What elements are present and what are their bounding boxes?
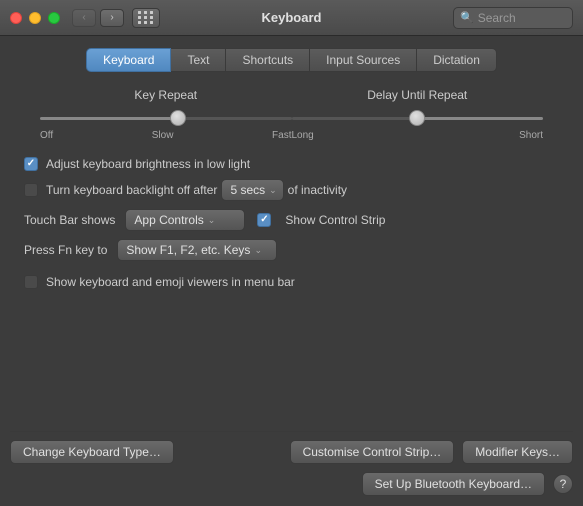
dropdown-arrow-icon: ⌄ bbox=[208, 215, 216, 226]
fn-key-row: Press Fn key to Show F1, F2, etc. Keys ⌄ bbox=[20, 239, 563, 261]
backlight-off-label: Turn keyboard backlight off after bbox=[46, 183, 217, 197]
delay-repeat-thumb[interactable] bbox=[409, 110, 425, 126]
delay-repeat-labels: Long Short bbox=[292, 130, 544, 141]
titlebar: ‹ › Keyboard 🔍 bbox=[0, 0, 583, 36]
adjust-brightness-checkbox[interactable]: ✓ bbox=[24, 157, 38, 171]
backlight-seconds-value: 5 secs bbox=[230, 183, 265, 197]
key-repeat-off-label: Off bbox=[40, 130, 53, 141]
adjust-brightness-label: Adjust keyboard brightness in low light bbox=[46, 157, 250, 171]
tab-bar: Keyboard Text Shortcuts Input Sources Di… bbox=[20, 48, 563, 72]
touch-bar-row: Touch Bar shows App Controls ⌄ ✓ Show Co… bbox=[20, 209, 563, 231]
show-control-strip-label: Show Control Strip bbox=[285, 213, 385, 227]
bottom-buttons-row2: Set Up Bluetooth Keyboard… ? bbox=[10, 472, 573, 496]
tab-text[interactable]: Text bbox=[171, 48, 226, 72]
key-repeat-slider[interactable] bbox=[40, 110, 292, 126]
touch-bar-shows-label: Touch Bar shows bbox=[24, 213, 115, 227]
search-box[interactable]: 🔍 bbox=[453, 7, 573, 29]
search-input[interactable] bbox=[478, 11, 568, 25]
touch-bar-dropdown[interactable]: App Controls ⌄ bbox=[125, 209, 245, 231]
bottom-area: Change Keyboard Type… Customise Control … bbox=[0, 431, 583, 506]
tab-keyboard[interactable]: Keyboard bbox=[86, 48, 171, 72]
delay-short-label: Short bbox=[519, 130, 543, 141]
backlight-off-row: Turn keyboard backlight off after 5 secs… bbox=[20, 179, 563, 201]
nav-buttons: ‹ › bbox=[72, 9, 124, 27]
backlight-off-checkbox[interactable] bbox=[24, 183, 38, 197]
backlight-seconds-dropdown[interactable]: 5 secs ⌄ bbox=[221, 179, 283, 201]
tab-input-sources[interactable]: Input Sources bbox=[310, 48, 417, 72]
back-button[interactable]: ‹ bbox=[72, 9, 96, 27]
key-repeat-fast-label: Fast bbox=[272, 130, 291, 141]
show-control-strip-group: ✓ Show Control Strip bbox=[257, 213, 385, 227]
delay-repeat-track bbox=[292, 117, 544, 120]
minimize-button[interactable] bbox=[29, 12, 41, 24]
adjust-brightness-row: ✓ Adjust keyboard brightness in low ligh… bbox=[20, 157, 563, 171]
checkmark-icon: ✓ bbox=[260, 215, 268, 225]
window-title: Keyboard bbox=[262, 10, 322, 25]
delay-repeat-group: Delay Until Repeat Long Short bbox=[292, 88, 544, 141]
show-viewers-checkbox[interactable] bbox=[24, 275, 38, 289]
key-repeat-slow-label: Slow bbox=[152, 130, 174, 141]
modifier-keys-button[interactable]: Modifier Keys… bbox=[462, 440, 573, 464]
maximize-button[interactable] bbox=[48, 12, 60, 24]
delay-repeat-slider[interactable] bbox=[292, 110, 544, 126]
inactivity-label: of inactivity bbox=[288, 183, 347, 197]
set-up-bluetooth-button[interactable]: Set Up Bluetooth Keyboard… bbox=[362, 472, 545, 496]
key-repeat-track bbox=[40, 117, 292, 120]
traffic-lights bbox=[10, 12, 60, 24]
checkmark-icon: ✓ bbox=[27, 159, 35, 169]
change-keyboard-button[interactable]: Change Keyboard Type… bbox=[10, 440, 174, 464]
fn-key-value: Show F1, F2, etc. Keys bbox=[126, 243, 250, 257]
key-repeat-thumb[interactable] bbox=[170, 110, 186, 126]
sliders-section: Key Repeat Off Slow Fast Delay Until Rep… bbox=[20, 88, 563, 141]
customise-control-strip-button[interactable]: Customise Control Strip… bbox=[290, 440, 455, 464]
tab-shortcuts[interactable]: Shortcuts bbox=[226, 48, 310, 72]
dropdown-arrow-icon: ⌄ bbox=[254, 245, 262, 256]
show-viewers-row: Show keyboard and emoji viewers in menu … bbox=[20, 275, 563, 289]
divider bbox=[10, 431, 573, 432]
touch-bar-value: App Controls bbox=[134, 213, 203, 227]
main-content: Keyboard Text Shortcuts Input Sources Di… bbox=[0, 36, 583, 307]
key-repeat-label: Key Repeat bbox=[134, 88, 197, 102]
help-button[interactable]: ? bbox=[553, 474, 573, 494]
dropdown-arrow-icon: ⌄ bbox=[269, 185, 277, 196]
show-control-strip-checkbox[interactable]: ✓ bbox=[257, 213, 271, 227]
key-repeat-labels: Off Slow Fast bbox=[40, 130, 292, 141]
close-button[interactable] bbox=[10, 12, 22, 24]
forward-button[interactable]: › bbox=[100, 9, 124, 27]
key-repeat-group: Key Repeat Off Slow Fast bbox=[40, 88, 292, 141]
bottom-buttons-row1: Change Keyboard Type… Customise Control … bbox=[10, 440, 573, 464]
grid-icon bbox=[138, 11, 154, 24]
show-viewers-label: Show keyboard and emoji viewers in menu … bbox=[46, 275, 295, 289]
fn-key-dropdown[interactable]: Show F1, F2, etc. Keys ⌄ bbox=[117, 239, 277, 261]
delay-long-label: Long bbox=[292, 130, 314, 141]
search-icon: 🔍 bbox=[460, 11, 474, 24]
tab-dictation[interactable]: Dictation bbox=[417, 48, 497, 72]
delay-repeat-label: Delay Until Repeat bbox=[367, 88, 467, 102]
grid-button[interactable] bbox=[132, 8, 160, 28]
fn-key-label: Press Fn key to bbox=[24, 243, 107, 257]
